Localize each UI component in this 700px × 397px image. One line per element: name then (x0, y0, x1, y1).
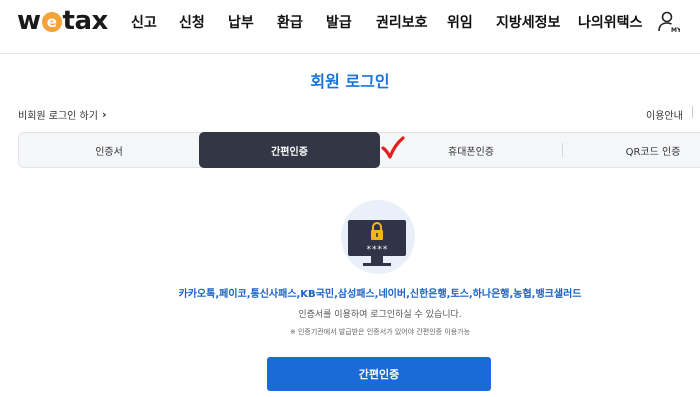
monitor-lock-icon: **** (348, 220, 406, 266)
nav-item-my-wetax[interactable]: 나의위택스 (578, 12, 642, 32)
tab-simple-auth[interactable]: 간편인증 (199, 132, 380, 168)
logo-w: w (17, 6, 41, 36)
nav-item-local-tax-info[interactable]: 지방세정보 (496, 12, 560, 32)
notice-text: ※ 인증기관에서 발급받은 인증서가 있어야 간편인증 이용가능 (289, 328, 471, 336)
logo-tax: tax (62, 6, 109, 36)
tab-certificate[interactable]: 인증서 (19, 133, 199, 167)
red-checkmark-icon (381, 136, 405, 159)
svg-text:****: **** (366, 245, 388, 255)
nav-item-issue[interactable]: 발급 (326, 12, 352, 32)
nav-item-rights[interactable]: 권리보호 (376, 12, 428, 32)
nav-item-delegation[interactable]: 위임 (447, 12, 473, 32)
non-member-login-link[interactable]: 비회원 로그인 하기 › (18, 107, 107, 122)
provider-list: 카카오톡,페이코,통신사패스,KB국민,삼성패스,네이버,신한은행,토스,하나은… (178, 289, 582, 300)
login-method-tabs: 인증서 간편인증 휴대폰인증 QR코드 인증 (18, 132, 700, 168)
tab-phone-auth[interactable]: 휴대폰인증 (380, 133, 562, 167)
svg-text:MY: MY (671, 27, 680, 34)
page-title: 회원 로그인 (310, 72, 390, 91)
header-divider (0, 53, 700, 54)
guide-link[interactable]: 이용안내 (646, 107, 683, 122)
chevron-right-icon: › (101, 108, 107, 121)
user-my-icon[interactable]: MY (656, 10, 680, 34)
wetax-logo[interactable]: w e tax (17, 6, 109, 36)
simple-auth-button[interactable]: 간편인증 (267, 357, 491, 391)
description-text: 인증서를 이용하여 로그인하실 수 있습니다. (298, 310, 462, 320)
non-member-login-label: 비회원 로그인 하기 (18, 111, 98, 122)
tab-qr-auth[interactable]: QR코드 인증 (563, 133, 700, 167)
guide-divider (692, 106, 693, 118)
nav-item-payment[interactable]: 납부 (228, 12, 254, 32)
logo-e-circle: e (41, 12, 62, 32)
nav-item-report[interactable]: 신고 (131, 12, 157, 32)
nav-item-refund[interactable]: 환급 (277, 12, 303, 32)
nav-item-apply[interactable]: 신청 (179, 12, 205, 32)
site-header: w e tax 신고 신청 납부 환급 발급 권리보호 위임 지방세정보 나의위택스… (0, 0, 700, 44)
